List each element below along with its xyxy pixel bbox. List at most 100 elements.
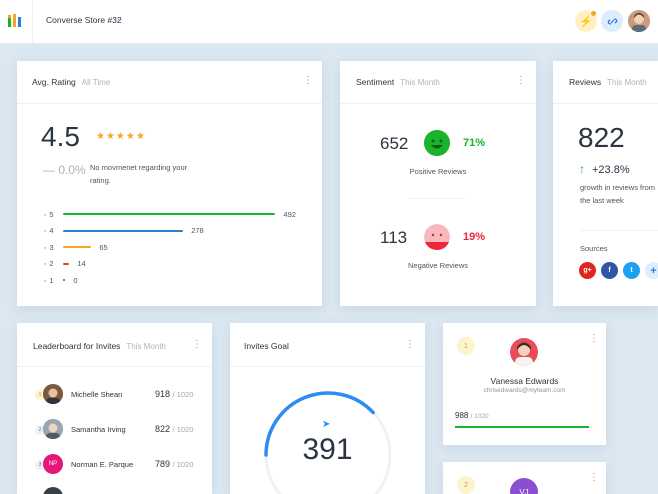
leaderboard-row[interactable]: 3 NP Norman E. Parque 789 / 1020: [35, 454, 205, 476]
rank-badge: 1: [457, 337, 475, 355]
arrow-up-icon: ↑: [579, 162, 585, 176]
rating-bar: [63, 229, 184, 232]
rating-bar: [63, 262, 70, 265]
more-options-icon[interactable]: ⋮: [516, 76, 526, 86]
rating-bar: [63, 246, 92, 248]
rating-change: — 0.0%: [43, 163, 86, 177]
rating-count: 278: [191, 226, 204, 235]
rating-bar: [63, 213, 276, 215]
avatar: NP: [43, 454, 63, 474]
member-email: chrisedwards@myteam.com: [483, 387, 566, 394]
avg-rating-card: Avg. Rating All Time ⋮ 4.5 ★★★★★ — 0.0% N…: [17, 61, 322, 306]
card-title: Leaderboard for Invites This Month: [33, 341, 166, 351]
bullet-icon: ●: [44, 228, 47, 233]
reviews-card: Reviews This Month 822 ↑ +23.8% growth in…: [553, 61, 658, 306]
period-label: All Time: [81, 78, 111, 87]
divider: [553, 103, 658, 104]
divider: [580, 230, 658, 231]
member-name: Michelle Shean: [71, 390, 123, 399]
negative-count: 113: [380, 228, 408, 247]
rating-row: ● 5 492: [44, 209, 296, 219]
progress-fill: [455, 426, 589, 428]
more-options-icon[interactable]: ⋮: [303, 76, 313, 86]
period-label: This Month: [400, 78, 440, 87]
leaderboard-row[interactable]: 2 Samantha Irving 822 / 1020: [35, 419, 205, 441]
positive-count: 652: [380, 134, 409, 153]
reviews-change: +23.8%: [592, 164, 630, 176]
sources-label: Sources: [580, 244, 608, 253]
member-name: Norman E. Parque: [71, 460, 134, 469]
member-score: 789 / 1020: [155, 459, 194, 469]
goal-gauge: [264, 391, 392, 494]
period-label: This Month: [126, 342, 166, 351]
rating-bar: [63, 279, 66, 281]
store-selector[interactable]: Converse Store #32: [46, 15, 122, 25]
twitter-icon[interactable]: t: [623, 262, 640, 279]
user-avatar[interactable]: [628, 10, 650, 32]
member-score: 822 / 1020: [155, 424, 194, 434]
negative-percent: 19%: [463, 231, 486, 243]
rating-row: ● 1 0: [44, 275, 78, 285]
progress-track: [455, 426, 593, 428]
member-name: Samantha Irving: [71, 425, 126, 434]
app-logo[interactable]: [0, 0, 33, 44]
star-level: 3: [49, 242, 54, 252]
rating-note: No movmenet regarding your rating.: [90, 163, 188, 185]
reviews-value: 822: [578, 122, 625, 153]
facebook-icon[interactable]: f: [601, 262, 618, 279]
divider: [408, 198, 466, 199]
card-title: Avg. Rating All Time: [32, 77, 111, 87]
rank-badge: 2: [457, 476, 475, 494]
positive-label: Positive Reviews: [409, 167, 467, 176]
divider: [17, 366, 212, 367]
rating-row: ● 4 278: [44, 226, 204, 236]
send-icon: ➤: [322, 419, 331, 430]
happy-face-icon: [424, 130, 450, 156]
rating-count: 0: [73, 275, 78, 285]
more-options-icon[interactable]: ⋮: [589, 334, 599, 344]
sad-face-icon: [424, 224, 450, 250]
rating-row: ● 2 14: [44, 259, 86, 269]
bullet-icon: ●: [44, 211, 47, 217]
divider: [17, 103, 322, 104]
rating-row: ● 3 65: [44, 242, 108, 252]
reviews-note: growth in reviews from the last week: [580, 183, 656, 205]
leaderboard-card: Leaderboard for Invites This Month ⋮ 1 Mi…: [17, 323, 212, 494]
top-member-card: 1 ⋮ Vanessa Edwards chrisedwards@myteam.…: [443, 323, 606, 445]
avatar: [43, 419, 63, 439]
avatar: VJ: [510, 478, 538, 494]
avatar: [43, 384, 63, 404]
period-label: This Month: [607, 78, 647, 87]
top-bar: Converse Store #32 ⌄ ⚡: [0, 0, 658, 44]
avatar: [43, 487, 63, 494]
card-title: Reviews This Month: [569, 77, 647, 87]
more-options-icon[interactable]: ⋮: [589, 473, 599, 483]
google-plus-icon[interactable]: g+: [579, 262, 596, 279]
star-level: 2: [49, 259, 54, 268]
invites-value: 391: [302, 433, 353, 466]
invites-goal-card: Invites Goal ⋮ ➤ 391: [230, 323, 425, 494]
leaderboard-row[interactable]: 1 Michelle Shean 918 / 1020: [35, 384, 205, 406]
notification-dot: [591, 11, 596, 16]
negative-label: Negative Reviews: [407, 261, 469, 270]
avg-rating-value: 4.5: [41, 121, 80, 152]
member-score: 918 / 1020: [155, 389, 194, 399]
member-name: Vanessa Edwards: [490, 376, 559, 386]
avatar: [510, 338, 538, 366]
bolt-icon[interactable]: ⚡: [575, 10, 597, 32]
member-score: 988 / 1020: [455, 411, 489, 420]
divider: [340, 103, 536, 104]
star-rating: ★★★★★: [96, 131, 146, 142]
link-icon[interactable]: [601, 10, 623, 32]
bullet-icon: ●: [44, 244, 47, 250]
more-options-icon[interactable]: ⋮: [192, 340, 202, 350]
bullet-icon: ●: [44, 277, 47, 283]
card-title: Sentiment This Month: [356, 77, 440, 87]
chevron-down-icon[interactable]: ⌄: [116, 13, 124, 24]
add-source-icon[interactable]: +: [645, 262, 658, 279]
rating-count: 492: [283, 209, 296, 219]
positive-percent: 71%: [463, 137, 486, 149]
rating-count: 14: [77, 259, 86, 268]
bullet-icon: ●: [44, 261, 47, 266]
star-level: 1: [49, 275, 54, 285]
